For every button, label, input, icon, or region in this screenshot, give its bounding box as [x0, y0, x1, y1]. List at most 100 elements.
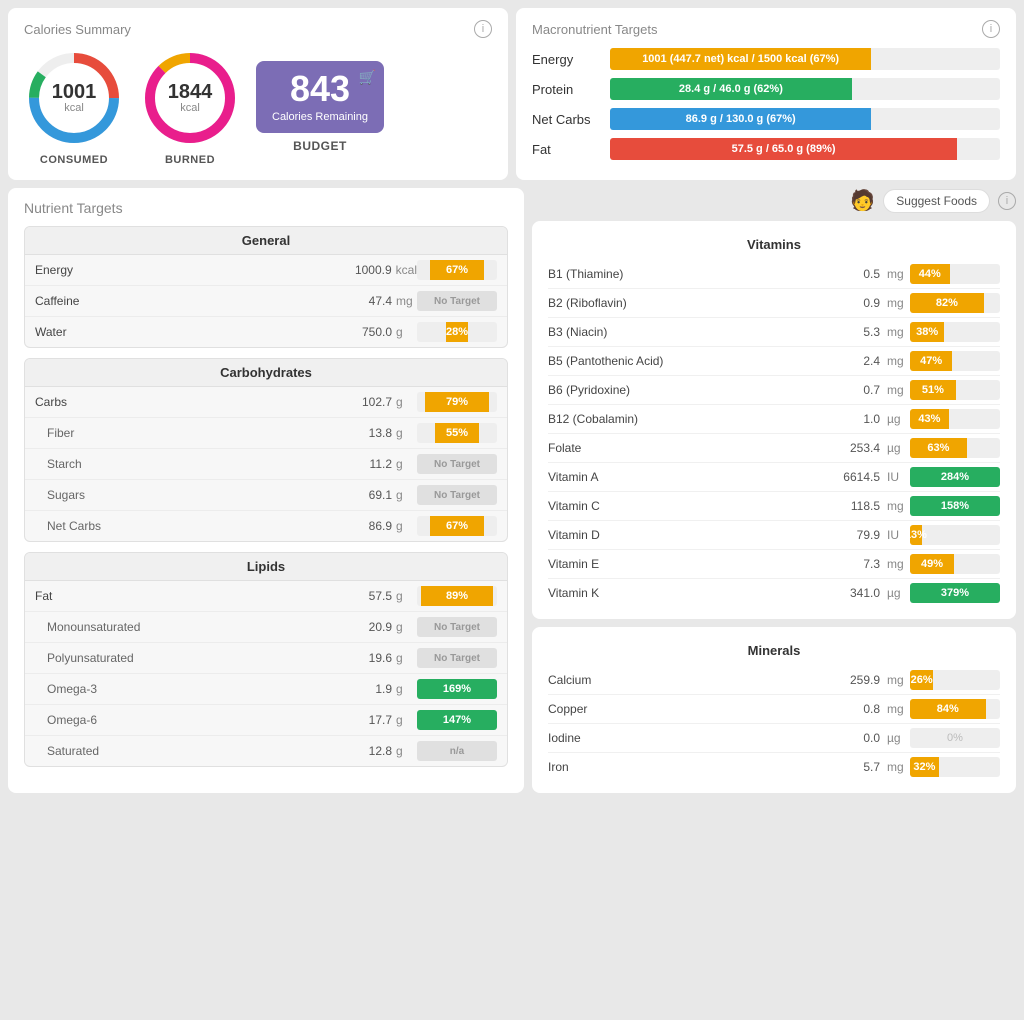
nutrient-unit: g — [392, 713, 417, 727]
vitamin-bar-cell: 0% — [910, 728, 1000, 748]
vitamins-title: Vitamins — [548, 233, 1000, 260]
nutrient-section-title: General — [25, 227, 507, 255]
vitamin-bar-cell: 63% — [910, 438, 1000, 458]
vitamin-name: B2 (Riboflavin) — [548, 296, 831, 310]
nutrient-section-title: Lipids — [25, 553, 507, 581]
nutrient-row: Fiber 13.8 g 55% — [25, 418, 507, 449]
nutrient-row: Caffeine 47.4 mg No Target — [25, 286, 507, 317]
macro-targets-title: Macronutrient Targets — [532, 22, 658, 37]
nutrient-row: Saturated 12.8 g n/a — [25, 736, 507, 766]
nutrient-bar-cell: No Target — [417, 648, 497, 668]
nutrient-amount: 86.9 — [337, 519, 392, 533]
nutrient-bar-cell: 55% — [417, 423, 497, 443]
vitamin-unit: mg — [884, 296, 906, 310]
nutrient-row: Carbs 102.7 g 79% — [25, 387, 507, 418]
nutrient-targets-panel: Nutrient Targets General Energy 1000.9 k… — [8, 188, 524, 793]
vitamin-bar-cell: 51% — [910, 380, 1000, 400]
macro-bar-wrap: 1001 (447.7 net) kcal / 1500 kcal (67%) — [610, 48, 1000, 70]
vitamin-row: Copper 0.8 mg 84% — [548, 695, 1000, 724]
vitamin-unit: IU — [884, 528, 906, 542]
nutrient-unit: g — [392, 589, 417, 603]
vitamin-name: Calcium — [548, 673, 831, 687]
vitamin-bar-cell: 13% — [910, 525, 1000, 545]
vitamin-unit: mg — [884, 673, 906, 687]
vitamin-unit: mg — [884, 499, 906, 513]
nutrient-targets-title: Nutrient Targets — [24, 200, 123, 216]
calories-summary-info-icon[interactable]: i — [474, 20, 492, 38]
nutrient-row: Omega-6 17.7 g 147% — [25, 705, 507, 736]
vitamin-amount: 253.4 — [835, 441, 880, 455]
macro-row: Net Carbs 86.9 g / 130.0 g (67%) — [532, 108, 1000, 130]
nutrient-section: Carbohydrates Carbs 102.7 g 79% Fiber 13… — [24, 358, 508, 542]
nutrient-unit: g — [392, 325, 417, 339]
macro-name: Energy — [532, 52, 602, 67]
minerals-title: Minerals — [548, 639, 1000, 666]
nutrient-bar-cell: No Target — [417, 485, 497, 505]
vitamin-name: B6 (Pyridoxine) — [548, 383, 831, 397]
nutrient-name: Fat — [35, 589, 337, 603]
macro-bar-wrap: 57.5 g / 65.0 g (89%) — [610, 138, 1000, 160]
vitamin-bar-cell: 38% — [910, 322, 1000, 342]
nutrient-amount: 750.0 — [337, 325, 392, 339]
vitamin-name: Iron — [548, 760, 831, 774]
vitamin-row: Vitamin E 7.3 mg 49% — [548, 550, 1000, 579]
vitamin-bar-cell: 44% — [910, 264, 1000, 284]
vitamin-unit: mg — [884, 702, 906, 716]
nutrient-row: Fat 57.5 g 89% — [25, 581, 507, 612]
macro-bar-wrap: 86.9 g / 130.0 g (67%) — [610, 108, 1000, 130]
vitamin-row: Iodine 0.0 µg 0% — [548, 724, 1000, 753]
nutrient-amount: 17.7 — [337, 713, 392, 727]
nutrient-amount: 12.8 — [337, 744, 392, 758]
macro-row: Energy 1001 (447.7 net) kcal / 1500 kcal… — [532, 48, 1000, 70]
nutrient-section: General Energy 1000.9 kcal 67% Caffeine … — [24, 226, 508, 348]
budget-value: 843 — [290, 71, 350, 107]
vitamin-name: Folate — [548, 441, 831, 455]
vitamin-row: B5 (Pantothenic Acid) 2.4 mg 47% — [548, 347, 1000, 376]
suggest-foods-label: Suggest Foods — [896, 194, 977, 208]
vitamins-card: Vitamins B1 (Thiamine) 0.5 mg 44% B2 (Ri… — [532, 221, 1016, 619]
suggest-foods-info-icon[interactable]: i — [998, 192, 1016, 210]
nutrient-name: Water — [35, 325, 337, 339]
vitamin-bar-cell: 49% — [910, 554, 1000, 574]
vitamin-row: Folate 253.4 µg 63% — [548, 434, 1000, 463]
suggest-foods-button[interactable]: Suggest Foods — [883, 189, 990, 213]
burned-value: 1844 — [168, 82, 213, 102]
nutrient-name: Omega-3 — [35, 682, 337, 696]
minerals-card: Minerals Calcium 259.9 mg 26% Copper 0.8… — [532, 627, 1016, 793]
nutrient-sections: General Energy 1000.9 kcal 67% Caffeine … — [24, 226, 508, 767]
nutrient-amount: 69.1 — [337, 488, 392, 502]
vitamin-bar-cell: 82% — [910, 293, 1000, 313]
macro-row: Protein 28.4 g / 46.0 g (62%) — [532, 78, 1000, 100]
vitamin-amount: 5.3 — [835, 325, 880, 339]
macro-name: Protein — [532, 82, 602, 97]
vitamin-amount: 0.8 — [835, 702, 880, 716]
nutrient-bar-cell: No Target — [417, 617, 497, 637]
vitamin-bar-cell: 284% — [910, 467, 1000, 487]
vitamin-name: Iodine — [548, 731, 831, 745]
burned-circle: 1844 kcal BURNED — [140, 48, 240, 166]
vitamin-row: Calcium 259.9 mg 26% — [548, 666, 1000, 695]
nutrient-bar-cell: 79% — [417, 392, 497, 412]
budget-text: Calories Remaining — [272, 111, 368, 123]
vitamin-row: Vitamin A 6614.5 IU 284% — [548, 463, 1000, 492]
nutrient-row: Monounsaturated 20.9 g No Target — [25, 612, 507, 643]
vitamin-amount: 118.5 — [835, 499, 880, 513]
minerals-rows: Calcium 259.9 mg 26% Copper 0.8 mg 84% I… — [548, 666, 1000, 781]
nutrient-name: Caffeine — [35, 294, 337, 308]
vitamin-row: B6 (Pyridoxine) 0.7 mg 51% — [548, 376, 1000, 405]
vitamin-row: Vitamin K 341.0 µg 379% — [548, 579, 1000, 607]
macro-rows: Energy 1001 (447.7 net) kcal / 1500 kcal… — [532, 48, 1000, 160]
vitamin-row: Vitamin D 79.9 IU 13% — [548, 521, 1000, 550]
nutrient-unit: g — [392, 426, 417, 440]
vitamin-unit: µg — [884, 412, 906, 426]
nutrient-bar-cell: 67% — [417, 516, 497, 536]
vitamin-name: Vitamin C — [548, 499, 831, 513]
vitamin-name: Copper — [548, 702, 831, 716]
vitamin-unit: mg — [884, 557, 906, 571]
nutrient-unit: g — [392, 682, 417, 696]
nutrient-name: Energy — [35, 263, 337, 277]
nutrient-amount: 47.4 — [337, 294, 392, 308]
vitamin-unit: mg — [884, 383, 906, 397]
macro-targets-info-icon[interactable]: i — [982, 20, 1000, 38]
budget-box: 🛒 843 Calories Remaining — [256, 61, 384, 133]
